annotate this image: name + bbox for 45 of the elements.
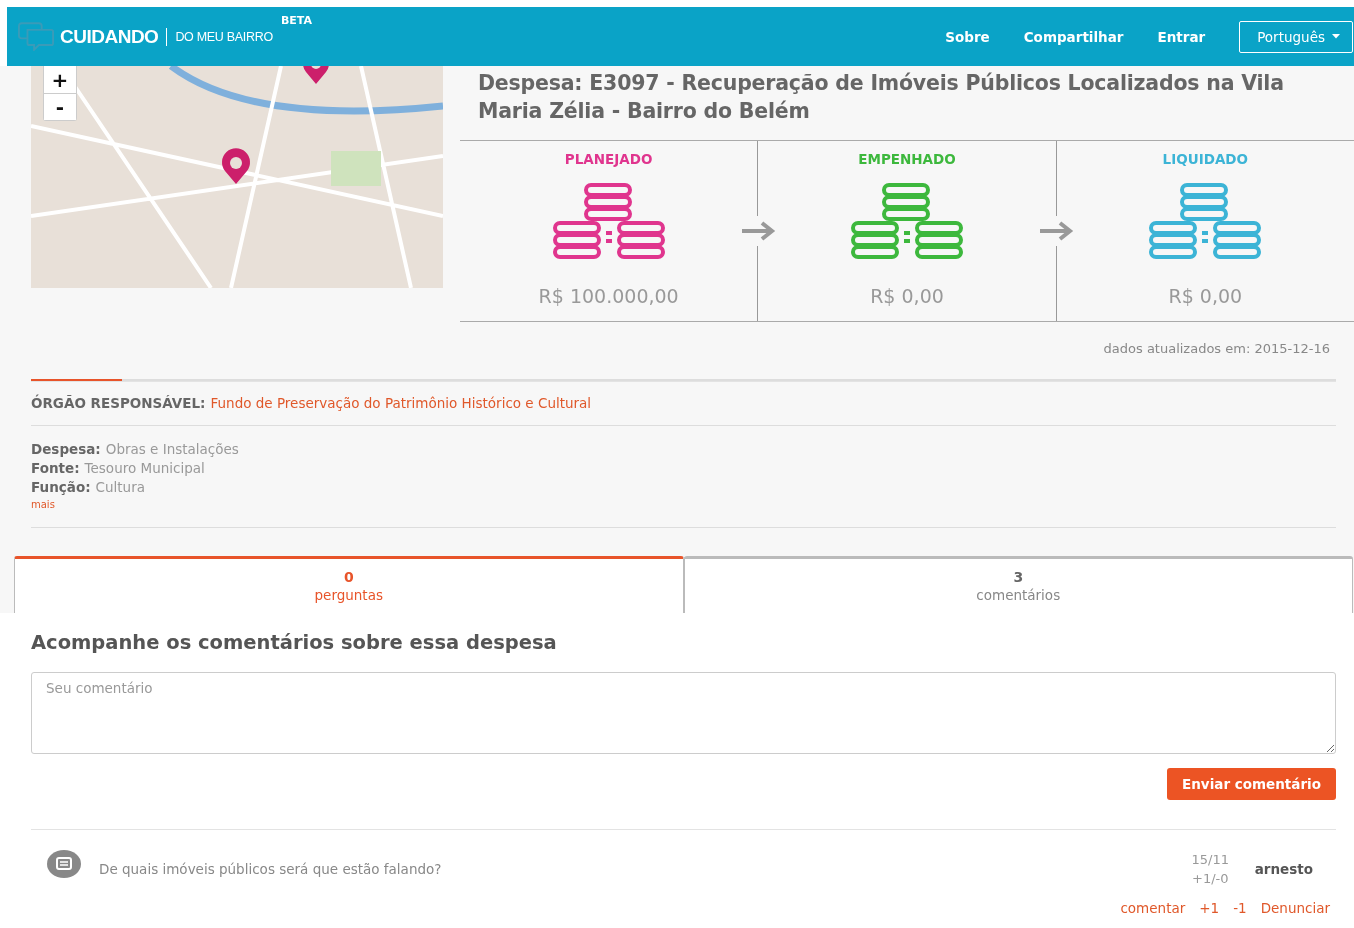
section-heading: Acompanhe os comentários sobre essa despesa [31,631,558,654]
nav-link[interactable]: Compartilhar [1023,28,1124,45]
agency-label: ÓRGÃO RESPONSÁVEL: [31,395,206,411]
comment-author: arnesto [1253,861,1313,877]
detail-value: Tesouro Municipal [84,460,205,476]
tab[interactable]: 0 perguntas [14,556,684,613]
comment-action-link[interactable]: -1 [1233,900,1247,916]
detail-label: Despesa: [31,441,101,457]
stage-amount: R$ 100.000,00 [538,285,679,307]
more-link[interactable]: mais [31,497,1336,513]
detail-label: Função: [31,479,91,495]
beta-label: BETA [280,14,312,27]
coins-icon [1147,181,1264,259]
detail-value: Obras e Instalações [105,441,239,457]
chat-bubbles-icon [18,22,54,51]
submit-button[interactable]: Enviar comentário [1167,768,1336,800]
detail-value: Cultura [95,479,145,495]
caret-icon [1332,34,1340,39]
stage-label: LIQUIDADO [1162,151,1249,167]
logo-text: CUIDANDO [60,25,159,48]
update-date: dados atualizados em: 2015-12-16 [1102,340,1331,358]
detail-label: Fonte: [31,460,80,476]
comment-action-link[interactable]: Denunciar [1260,900,1330,916]
stage-label: EMPENHADO [858,151,956,167]
nav-link[interactable]: Entrar [1157,28,1206,45]
divider-line [166,27,168,46]
coins-icon [849,181,965,259]
comment-action-link[interactable]: comentar [1120,900,1186,916]
stage-amount: R$ 0,00 [870,285,944,307]
expense-title: Despesa: E3097 - Recuperação de Imóveis Públicos Localizados na Vila Maria Zélia - Bairro do Belém [478,70,1285,125]
logo-subtitle: DO MEU BAIRRO [175,29,273,44]
zoom-out-button[interactable]: - [44,93,76,120]
coins-icon [550,181,667,259]
stage-label: PLANEJADO [564,151,653,167]
agency-link[interactable]: Fundo de Preservação do Patrimônio Histórico e Cultural [210,395,592,411]
nav-link[interactable]: Sobre [945,28,990,45]
comment-action-link[interactable]: +1 [1199,900,1220,916]
language-dropdown[interactable]: Português [1239,20,1353,53]
stage-amount: R$ 0,00 [1168,285,1243,307]
comment-text: De quais imóveis públicos será que estão falando? [99,861,443,877]
comment-field[interactable]: Seu comentário [31,672,1336,754]
vote-count: +1/-0 [1192,870,1229,888]
comment-date: 15/11 [1191,851,1229,869]
speech-bubble-icon [47,850,81,880]
tab[interactable]: 3 comentários [683,556,1353,613]
